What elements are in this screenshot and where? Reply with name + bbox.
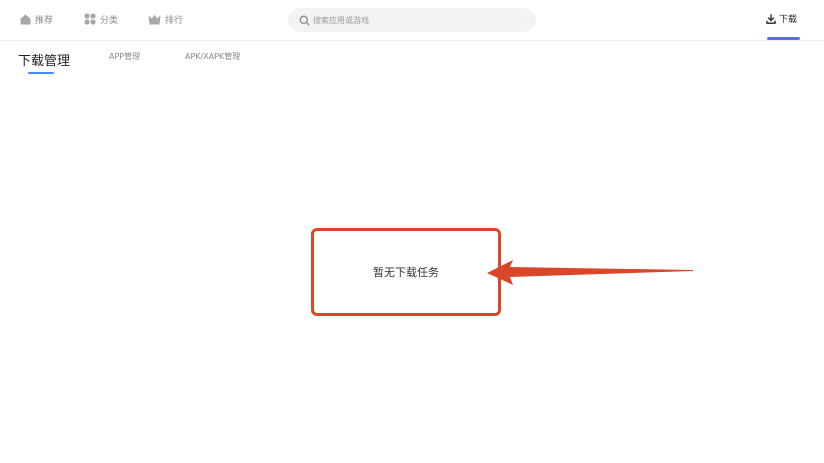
nav-item-label: 推荐	[35, 15, 54, 26]
search-box[interactable]	[288, 8, 536, 32]
download-icon	[766, 13, 779, 24]
subtab-app-management[interactable]: APP管理	[109, 51, 140, 62]
nav-item-recommend[interactable]: 推荐	[20, 11, 53, 27]
nav-item-label: 排行	[165, 15, 184, 26]
tab-download-label: 下载	[779, 15, 798, 25]
grid-icon	[84, 13, 100, 25]
top-navigation-bar: 推荐 分类 排行 搜索应用或游戏 下载	[0, 0, 824, 41]
download-subtabs: 下载管理 APP管理 APK/XAPK管理	[0, 41, 824, 81]
home-icon	[20, 14, 35, 25]
empty-state-message: 暂无下载任务	[373, 266, 439, 279]
subtab-active-underline	[28, 72, 54, 74]
nav-item-ranking[interactable]: 排行	[148, 11, 183, 27]
nav-item-label: 分类	[100, 15, 119, 26]
subtab-apk-xapk-management[interactable]: APK/XAPK管理	[185, 51, 240, 62]
tab-download[interactable]: 下载	[766, 12, 797, 25]
search-icon	[299, 15, 310, 26]
active-tab-indicator	[767, 37, 800, 40]
subtab-download-management[interactable]: 下载管理	[18, 50, 70, 69]
search-input[interactable]	[313, 15, 523, 25]
empty-state-highlight-box: 暂无下载任务	[311, 228, 501, 316]
nav-item-category[interactable]: 分类	[84, 11, 118, 27]
annotation-arrow-icon	[487, 260, 693, 285]
crown-icon	[148, 14, 165, 25]
